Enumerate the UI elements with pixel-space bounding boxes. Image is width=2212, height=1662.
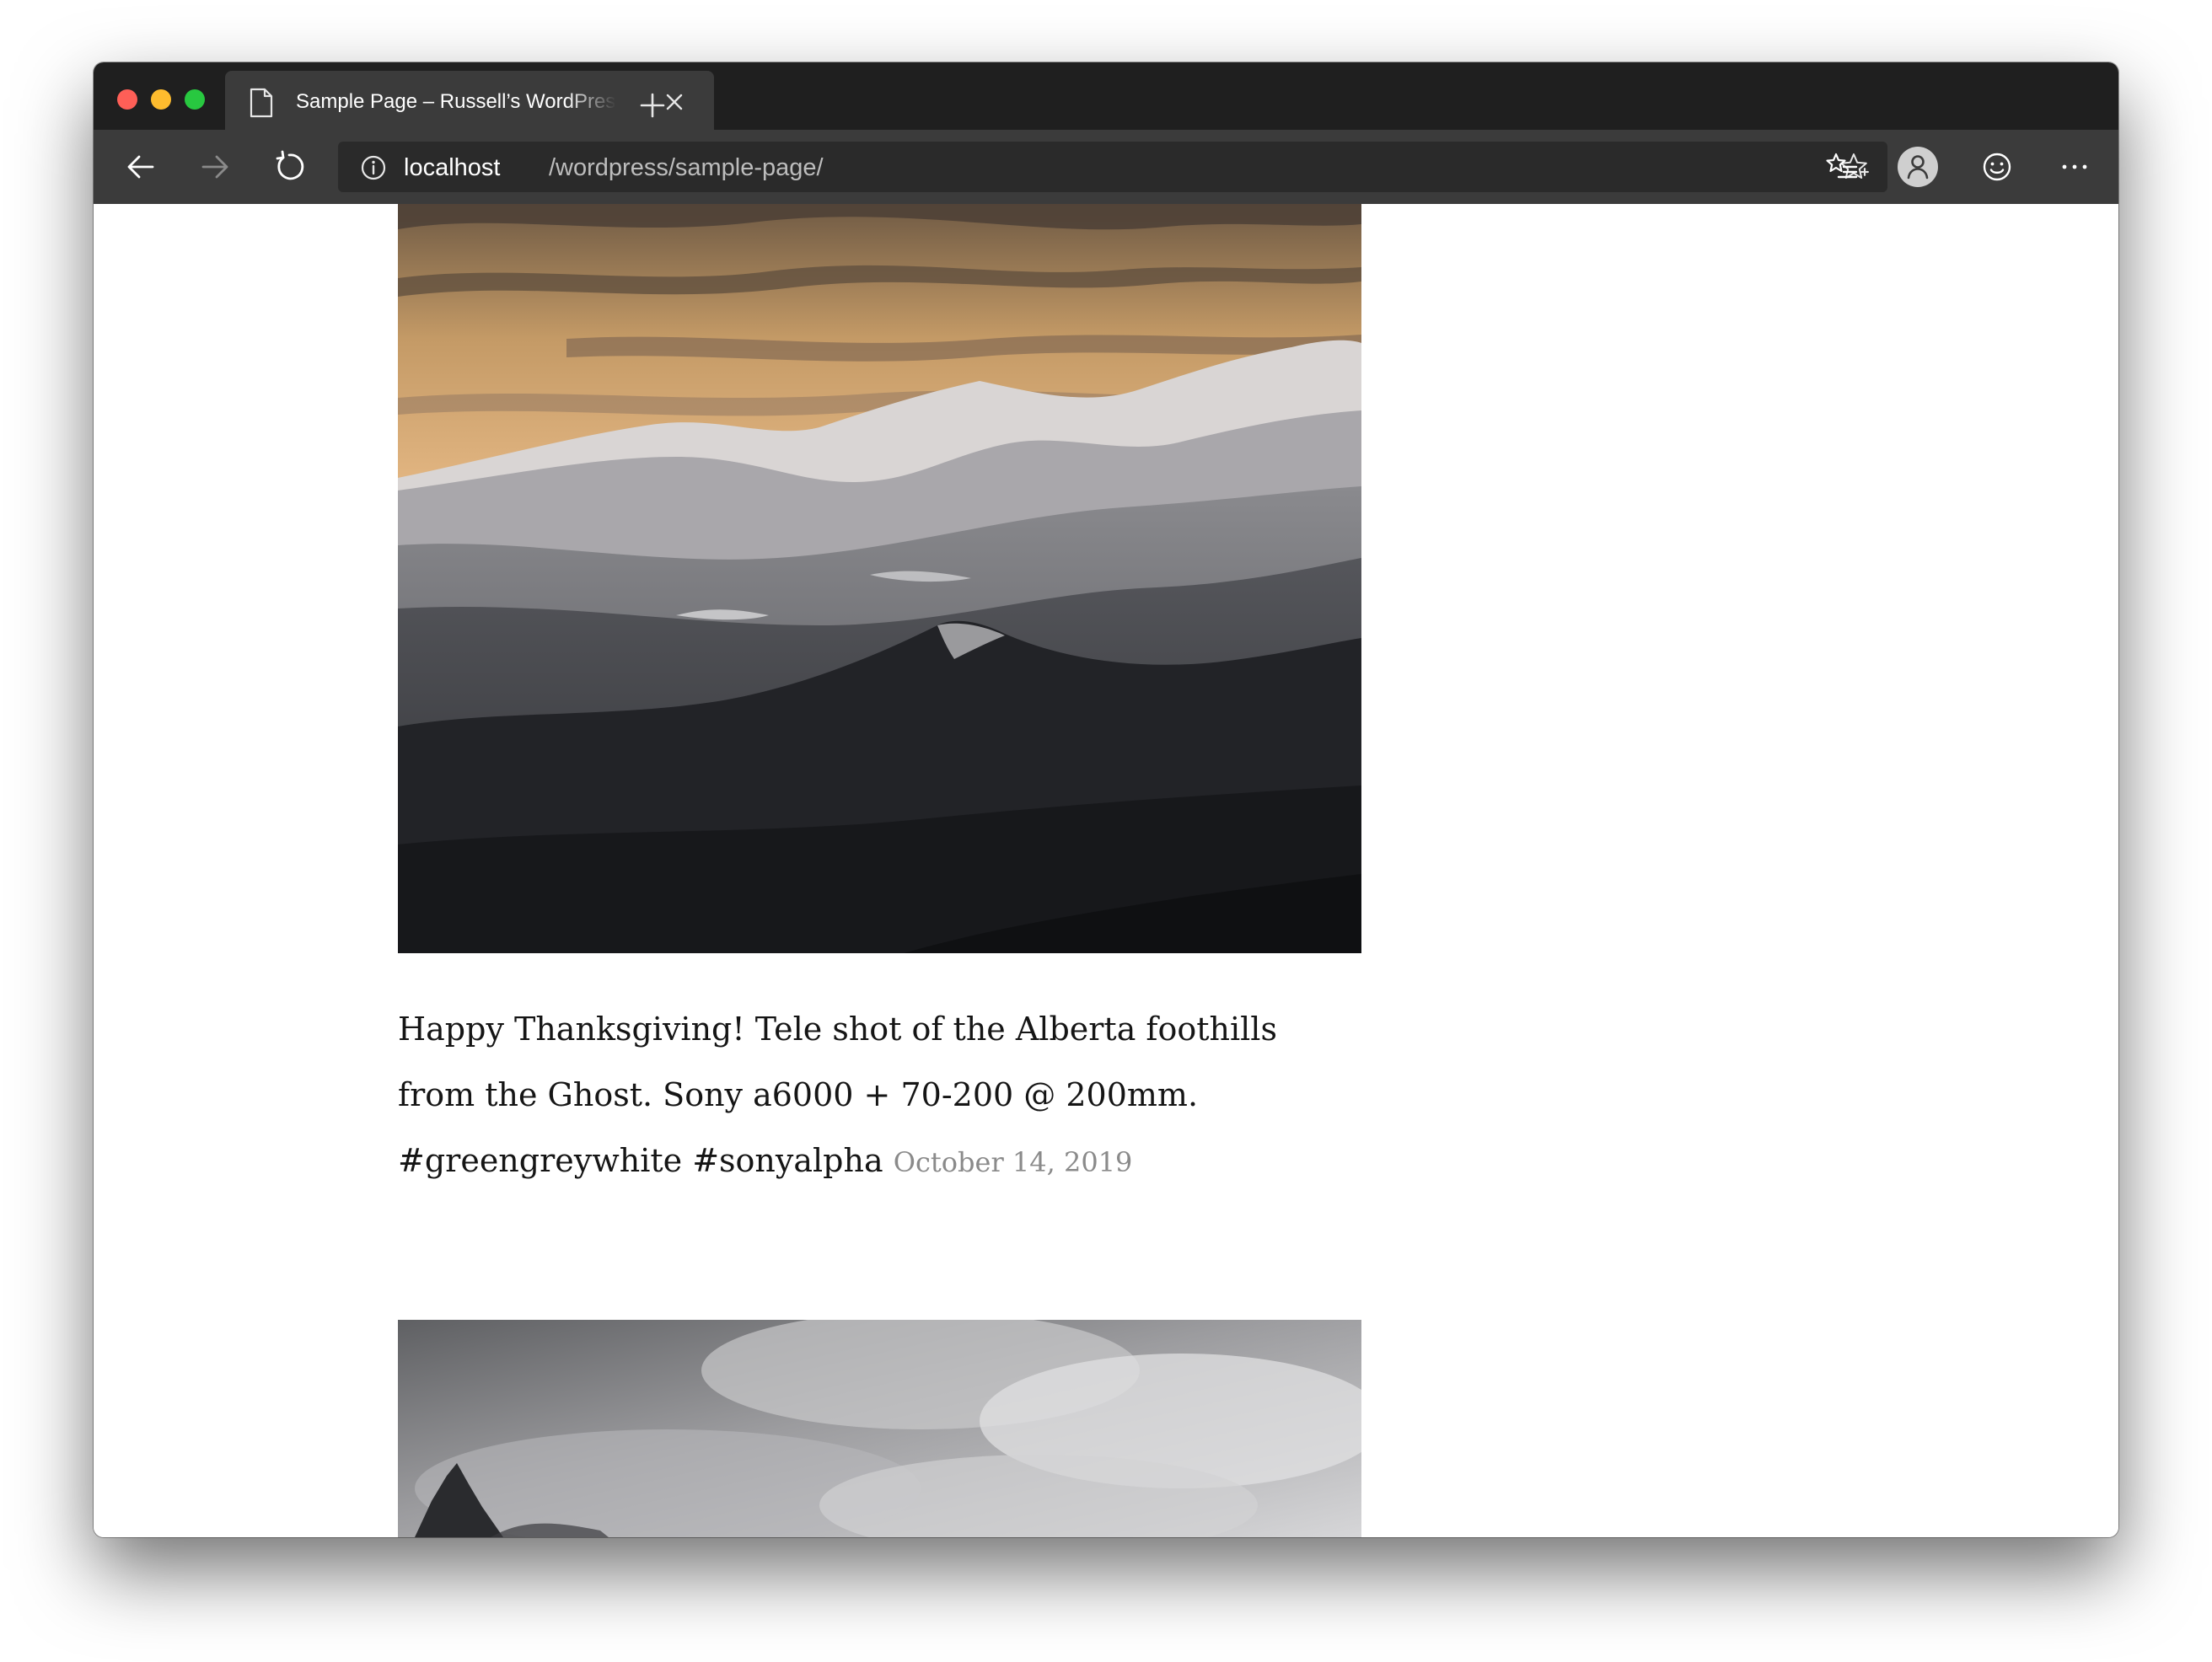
browser-window: Sample Page – Russell’s WordPress localh… [94,62,2118,1537]
arrow-left-icon [127,155,154,179]
cloudy-mountain-peak-photo [398,1320,1361,1537]
address-bar[interactable]: localhost /wordpress/sample-page/ [338,142,1887,192]
reload-button[interactable] [271,148,308,185]
title-bar: Sample Page – Russell’s WordPress [94,62,2118,130]
profile-icon [1907,155,1929,180]
smiley-icon [1983,153,2011,181]
mountain-range-sunset-photo [398,204,1361,953]
page-content: Happy Thanksgiving! Tele shot of the Alb… [94,204,2118,1537]
close-icon[interactable] [665,93,684,111]
close-window-button[interactable] [117,89,137,110]
url-host: localhost [404,154,501,181]
plus-icon[interactable] [638,91,667,120]
tab-title: Sample Page – Russell’s WordPress [296,90,616,113]
favorites-icon [1826,153,1858,179]
reload-icon [276,150,304,180]
arrow-right-icon [201,155,228,179]
ellipsis-icon [2062,164,2087,169]
caption-text: Happy Thanksgiving! Tele shot of the Alb… [398,1011,1277,1179]
toolbar: localhost /wordpress/sample-page/ [94,130,2118,204]
feedback-button[interactable] [1978,148,2016,185]
back-button[interactable] [122,148,159,185]
forward-button[interactable] [196,148,234,185]
info-icon[interactable] [360,154,387,181]
page-icon [250,88,273,118]
more-button[interactable] [2056,148,2093,185]
minimize-window-button[interactable] [151,89,171,110]
post-date-link[interactable]: October 14, 2019 [894,1146,1133,1178]
post-caption: Happy Thanksgiving! Tele shot of the Alb… [398,996,1361,1195]
favorites-button[interactable] [1823,148,1860,185]
zoom-window-button[interactable] [185,89,205,110]
url-path: /wordpress/sample-page/ [549,154,824,181]
profile-button[interactable] [1898,147,1938,187]
